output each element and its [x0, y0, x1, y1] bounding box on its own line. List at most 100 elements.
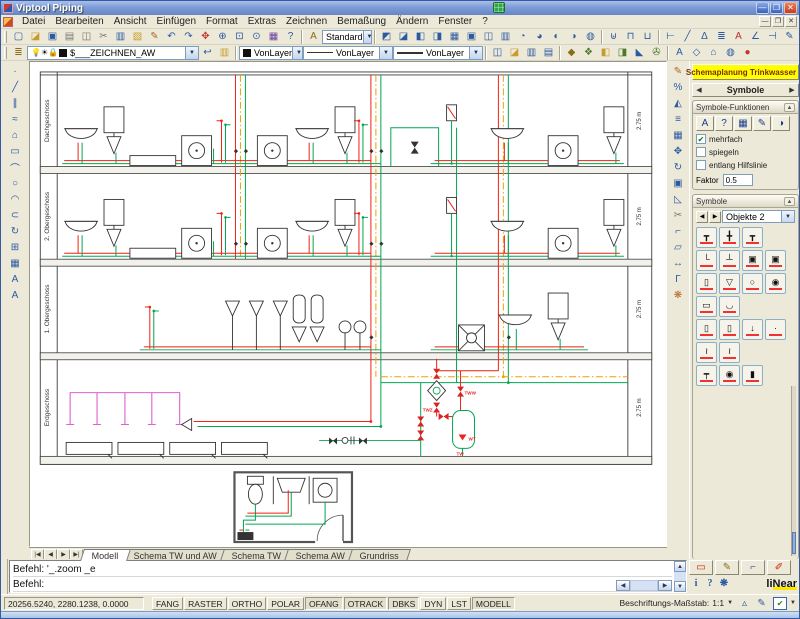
status-toggle-lst[interactable]: LST [447, 597, 471, 610]
view-top-icon[interactable]: ◩ [378, 29, 395, 44]
subtract-icon[interactable]: ⊓ [622, 29, 639, 44]
symbol-eboiler-button[interactable]: ▮ [742, 365, 763, 386]
zoom-rect-button[interactable]: ▭ [689, 560, 713, 575]
layer-freeze-icon[interactable]: ▥ [523, 45, 540, 60]
symbol-text-icon[interactable]: A [696, 116, 714, 131]
line-icon[interactable]: ╱ [7, 79, 24, 95]
symbol-hydrant-button[interactable]: ┯ [696, 365, 717, 386]
view-box-icon[interactable]: ▥ [497, 29, 514, 44]
menu-item-ansicht[interactable]: Ansicht [109, 16, 152, 27]
collapse-icon[interactable]: ▲ [784, 197, 795, 206]
group-header[interactable]: Symbole ▲ [693, 195, 798, 208]
redline-edit-button[interactable]: ✎ [715, 560, 739, 575]
layer-walk-icon[interactable]: ◪ [506, 45, 523, 60]
scroll-left-icon[interactable]: ◀ [616, 580, 630, 591]
help-icon[interactable]: ? [282, 29, 299, 44]
scale-icon[interactable]: ▣ [670, 175, 687, 191]
command-prompt-line[interactable]: Befehl: [13, 577, 672, 592]
command-vscrollbar[interactable]: ▲ ▼ [674, 561, 686, 592]
faktor-input[interactable] [723, 174, 753, 186]
drawing-canvas[interactable]: Dachgeschoss 2. Obergeschoss 1. Obergesc… [29, 61, 667, 547]
fillet-icon[interactable]: ❋ [670, 287, 687, 303]
symbol-drop-button[interactable]: ↓ [742, 319, 763, 340]
linetype-combo[interactable]: VonLayer ▼ [303, 46, 393, 60]
cut-icon[interactable]: ✂ [95, 29, 112, 44]
checkbox-mehrfach[interactable]: ✔ mehrfach [696, 134, 795, 144]
symbol-tap-button[interactable]: ┳ [742, 227, 763, 248]
symbol-boiler-button[interactable]: ◉ [765, 273, 786, 294]
join-icon[interactable]: ↔ [670, 255, 687, 271]
symbol-washer-button[interactable]: ▣ [765, 250, 786, 271]
background-icon[interactable]: ◣ [631, 45, 648, 60]
view-bottom-icon[interactable]: ◪ [395, 29, 412, 44]
objekte-combo[interactable]: Objekte 2 ▼ [722, 210, 795, 223]
copy-object-icon[interactable]: % [670, 79, 687, 95]
revision-cloud-icon[interactable]: ↻ [7, 223, 24, 239]
checkbox-icon[interactable]: ✔ [696, 134, 706, 144]
render-icon[interactable]: ◆ [563, 45, 580, 60]
globe-icon[interactable]: ● [739, 45, 756, 60]
chamfer-icon[interactable]: Γ [670, 271, 687, 287]
annotation-scale-value[interactable]: 1:1 [712, 598, 724, 608]
status-toggle-dyn[interactable]: DYN [420, 597, 446, 610]
dim-edit-icon[interactable]: ⊣ [764, 29, 781, 44]
open-file-icon[interactable]: ◪ [27, 29, 44, 44]
symbol-washer-button[interactable]: ▣ [742, 250, 763, 271]
orbit-se-icon[interactable]: ◕ [531, 29, 548, 44]
minimize-button[interactable]: — [756, 2, 769, 14]
trim-icon[interactable]: ✂ [670, 207, 687, 223]
zoom-previous-icon[interactable]: ⊙ [248, 29, 265, 44]
layer-manager-icon[interactable]: ≣ [10, 45, 27, 60]
view-right-icon[interactable]: ◨ [429, 29, 446, 44]
group-header[interactable]: Symbole-Funktionen ▲ [693, 101, 798, 114]
dropdown-arrow-icon[interactable]: ▼ [727, 600, 733, 606]
menu-item-fenster[interactable]: Fenster [433, 16, 477, 27]
status-toggle-otrack[interactable]: OTRACK [344, 597, 387, 610]
status-toggle-ortho[interactable]: ORTHO [228, 597, 267, 610]
sketch-icon[interactable]: ✎ [146, 29, 163, 44]
arc-icon[interactable]: ⌒ [7, 159, 24, 175]
mtext-icon[interactable]: A [7, 287, 24, 303]
annotation-visibility-icon[interactable]: ▵ [736, 596, 753, 611]
sphere-icon[interactable]: ◍ [722, 45, 739, 60]
dim-aligned-icon[interactable]: ╱ [679, 29, 696, 44]
status-toggle-polar[interactable]: POLAR [267, 597, 304, 610]
symbol-wc-button[interactable]: ▯ [696, 273, 717, 294]
text-icon[interactable]: A [7, 271, 24, 287]
wedge-icon[interactable]: ◇ [688, 45, 705, 60]
corner-tool-button[interactable]: ⌐ [741, 560, 765, 575]
layer-states-icon[interactable]: ▥ [216, 45, 233, 60]
checkbox-icon[interactable] [696, 160, 706, 170]
undo-icon[interactable]: ↶ [163, 29, 180, 44]
info-button[interactable]: i [689, 577, 703, 590]
menu-item-format[interactable]: Format [201, 16, 243, 27]
mdi-close-button[interactable]: ✕ [785, 16, 797, 27]
symbol-browser-icon[interactable]: ▦ [734, 116, 752, 131]
menu-item-bearbeiten[interactable]: Bearbeiten [50, 16, 108, 27]
light-icon[interactable]: ◧ [597, 45, 614, 60]
layer-previous-icon[interactable]: ↩ [199, 45, 216, 60]
array-icon[interactable]: ▦ [670, 127, 687, 143]
save-icon[interactable]: ▣ [44, 29, 61, 44]
lineweight-combo[interactable]: VonLayer ▼ [393, 46, 483, 60]
status-toggle-dbks[interactable]: DBKS [388, 597, 419, 610]
view-back-icon[interactable]: ▣ [463, 29, 480, 44]
symbol-pipe-break-button[interactable]: ≀ [696, 342, 717, 363]
objekte-prev-button[interactable]: ◀ [696, 211, 708, 223]
layer-combo[interactable]: 💡☀🔒 $___ZEICHNEN_AW ▼ [27, 46, 199, 60]
nav-left-icon[interactable]: ◀ [693, 86, 705, 94]
mdi-minimize-button[interactable]: — [759, 16, 771, 27]
box-3d-icon[interactable]: ⌂ [705, 45, 722, 60]
view-front-icon[interactable]: ▦ [446, 29, 463, 44]
pan-icon[interactable]: ✥ [197, 29, 214, 44]
status-toggle-fang[interactable]: FANG [152, 597, 183, 610]
menu-item-extras[interactable]: Extras [243, 16, 281, 27]
close-button[interactable]: ✕ [784, 2, 797, 14]
symbol-point-button[interactable]: · [765, 319, 786, 340]
dim-style-icon[interactable]: ✎ [781, 29, 798, 44]
redo-icon[interactable]: ↷ [180, 29, 197, 44]
print-preview-icon[interactable]: ◫ [78, 29, 95, 44]
move-icon[interactable]: ✥ [670, 143, 687, 159]
markup-pen-button[interactable]: ✐ [767, 560, 791, 575]
menu-item-datei[interactable]: Datei [17, 16, 50, 27]
